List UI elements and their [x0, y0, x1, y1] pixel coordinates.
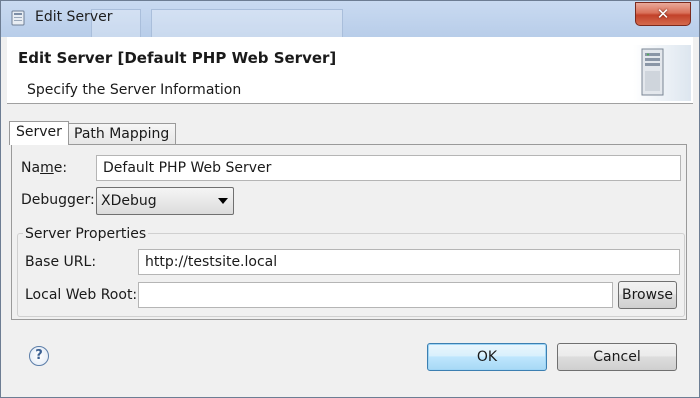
ok-button-label: OK	[476, 349, 498, 365]
tab-server[interactable]: Server	[9, 121, 69, 145]
browse-button[interactable]: Browse	[618, 281, 677, 309]
local-web-root-label: Local Web Root:	[25, 287, 138, 303]
eclipse-app-icon	[11, 10, 25, 26]
title-bar[interactable]: Edit Server ✕	[1, 1, 699, 37]
tab-path-mapping-label: Path Mapping	[74, 126, 170, 142]
base-url-field[interactable]: http://testsite.local	[138, 249, 680, 275]
debugger-select-value: XDebug	[101, 193, 157, 209]
cancel-button[interactable]: Cancel	[557, 343, 677, 371]
debugger-label: Debugger:	[21, 192, 95, 208]
header-subtitle: Specify the Server Information	[27, 82, 242, 98]
server-properties-legend: Server Properties	[23, 226, 149, 242]
close-button[interactable]: ✕	[635, 2, 691, 26]
tab-path-mapping[interactable]: Path Mapping	[67, 123, 177, 145]
server-icon	[633, 45, 691, 101]
edit-server-dialog: Edit Server ✕ Edit Server [Default PHP W…	[0, 0, 700, 398]
browse-button-label: Browse	[622, 287, 673, 303]
window-title: Edit Server	[35, 9, 113, 25]
header-title: Edit Server [Default PHP Web Server]	[18, 49, 337, 67]
chevron-down-icon	[218, 198, 228, 204]
ok-button[interactable]: OK	[427, 343, 547, 371]
close-icon: ✕	[656, 5, 670, 23]
name-label: Name:	[21, 160, 68, 176]
cancel-button-label: Cancel	[593, 349, 641, 365]
background-window-ghost	[151, 9, 343, 37]
local-web-root-field[interactable]	[138, 282, 613, 308]
name-field[interactable]: Default PHP Web Server	[96, 155, 681, 181]
help-icon[interactable]: ?	[29, 346, 49, 366]
debugger-select[interactable]: XDebug	[96, 187, 234, 215]
tab-server-label: Server	[16, 124, 62, 140]
dialog-header: Edit Server [Default PHP Web Server] Spe…	[7, 37, 693, 104]
base-url-label: Base URL:	[25, 254, 97, 270]
